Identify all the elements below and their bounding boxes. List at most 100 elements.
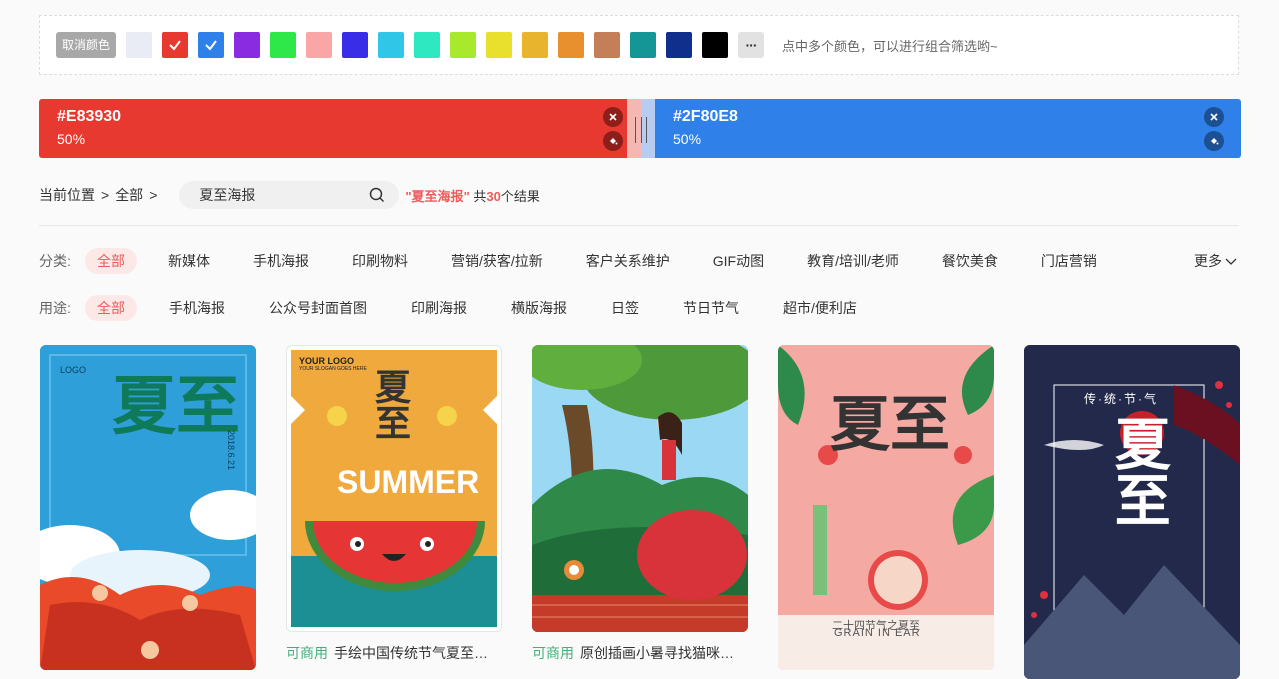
poster-image[interactable]: 夏至 LOGO 2018.6.21 <box>40 345 256 670</box>
color-swatch[interactable] <box>630 32 656 58</box>
poster-header: 传·统·节·气 <box>1084 392 1158 406</box>
poster-image[interactable]: YOUR LOGO YOUR SLOGAN GOES HERE 夏至 SUMME… <box>286 345 502 632</box>
breadcrumb-prefix: 当前位置 <box>39 187 95 203</box>
poster-title: 夏至 <box>1105 415 1172 527</box>
selected-color-hex: #E83930 <box>57 108 122 125</box>
category-chip[interactable]: 全部 <box>85 248 137 274</box>
search-icon[interactable] <box>369 187 385 203</box>
result-pre: 共 <box>469 188 487 204</box>
poster-slogan: YOUR SLOGAN GOES HERE <box>299 366 367 372</box>
poster-logo: LOGO <box>60 365 87 375</box>
color-swatch[interactable] <box>450 32 476 58</box>
color-swatch[interactable] <box>594 32 620 58</box>
cancel-color-button[interactable]: 取消颜色 <box>56 32 116 58</box>
remove-color-icon[interactable] <box>1204 107 1224 127</box>
poster-logo: YOUR LOGO <box>299 356 355 366</box>
commercial-tag: 可商用 <box>286 645 328 661</box>
color-swatch[interactable] <box>414 32 440 58</box>
usage-chip[interactable]: 公众号封面首图 <box>257 295 379 321</box>
category-chip[interactable]: 门店营销 <box>1029 248 1109 274</box>
more-colors-label: ··· <box>745 37 758 53</box>
color-swatch[interactable] <box>378 32 404 58</box>
card-title: 手绘中国传统节气夏至… <box>334 645 488 661</box>
usage-filter-row: 用途: 全部 手机海报 公众号封面首图 印刷海报 横版海报 日签 节日节气 超市/便利店 <box>39 294 889 322</box>
more-colors-button[interactable]: ··· <box>738 32 764 58</box>
breadcrumb-separator: > <box>149 187 158 203</box>
usage-chip[interactable]: 印刷海报 <box>399 295 479 321</box>
color-swatch[interactable] <box>666 32 692 58</box>
paint-bucket-icon[interactable] <box>603 131 623 151</box>
breadcrumb-separator: > <box>101 187 110 203</box>
color-swatch[interactable] <box>342 32 368 58</box>
check-icon <box>205 40 217 51</box>
color-swatch[interactable] <box>702 32 728 58</box>
category-chip[interactable]: 客户关系维护 <box>574 248 682 274</box>
category-chip[interactable]: 印刷物料 <box>340 248 420 274</box>
chevron-down-icon <box>1225 258 1237 265</box>
usage-chip[interactable]: 手机海报 <box>157 295 237 321</box>
result-post: 个结果 <box>500 188 540 204</box>
card-title: 原创插画小暑寻找猫咪… <box>580 645 734 661</box>
color-swatch[interactable] <box>522 32 548 58</box>
divider <box>39 225 1239 226</box>
search-box <box>179 181 400 209</box>
selected-color-percent: 50% <box>57 131 86 147</box>
drag-handle-icon[interactable] <box>635 117 647 143</box>
category-chip[interactable]: 餐饮美食 <box>930 248 1010 274</box>
result-summary: "夏至海报" 共30个结果 <box>405 186 539 205</box>
usage-chip[interactable]: 日签 <box>599 295 651 321</box>
category-chip[interactable]: 手机海报 <box>241 248 321 274</box>
usage-chip[interactable]: 全部 <box>85 295 137 321</box>
search-input[interactable] <box>199 187 360 203</box>
breadcrumb-item-all[interactable]: 全部 <box>115 185 143 205</box>
more-categories-label: 更多 <box>1194 253 1222 269</box>
poster-image[interactable] <box>532 345 748 632</box>
category-chip[interactable]: GIF动图 <box>701 248 776 274</box>
selected-color-hex: #2F80E8 <box>673 108 738 125</box>
poster-summer: SUMMER <box>337 464 480 500</box>
color-hint: 点中多个颜色，可以进行组合筛选哟~ <box>782 38 998 54</box>
category-chip[interactable]: 营销/获客/拉新 <box>439 248 555 274</box>
result-keyword: 夏至海报 <box>411 188 464 204</box>
poster-title: 夏至 <box>369 368 411 440</box>
ratio-divider[interactable] <box>627 99 655 158</box>
result-count: 30 <box>486 188 501 204</box>
remove-color-icon[interactable] <box>603 107 623 127</box>
usage-chip[interactable]: 横版海报 <box>499 295 579 321</box>
poster-date: 2018.6.21 <box>226 430 236 471</box>
color-swatch[interactable] <box>270 32 296 58</box>
paint-bucket-icon[interactable] <box>1204 131 1224 151</box>
selected-color-blue[interactable]: #2F80E8 50% <box>655 99 1241 158</box>
selected-color-percent: 50% <box>673 131 702 147</box>
color-swatch[interactable] <box>558 32 584 58</box>
color-swatch[interactable] <box>198 32 224 58</box>
usage-label: 用途: <box>39 300 71 316</box>
color-swatch[interactable] <box>162 32 188 58</box>
color-swatch[interactable] <box>234 32 260 58</box>
template-card[interactable]: 传·统·节·气 夏至 <box>1024 345 1240 679</box>
category-filter-row: 分类: 全部 新媒体 手机海报 印刷物料 营销/获客/拉新 客户关系维护 GIF动图 教育/培… <box>39 247 1128 275</box>
color-swatch[interactable] <box>306 32 332 58</box>
card-caption[interactable]: 可商用 原创插画小暑寻找猫咪… <box>532 643 748 663</box>
breadcrumb: 当前位置 > 全部 > "夏至海报" 共30个结果 <box>39 180 540 210</box>
poster-image[interactable]: 夏至 二十四节气之夏至 GRAIN IN EAR <box>778 345 994 670</box>
more-categories-button[interactable]: 更多 <box>1194 247 1238 275</box>
template-card[interactable]: 夏至 二十四节气之夏至 GRAIN IN EAR <box>778 345 994 670</box>
selected-color-red[interactable]: #E83930 50% <box>39 99 627 158</box>
template-card[interactable]: 可商用 原创插画小暑寻找猫咪… <box>532 345 748 663</box>
color-swatch[interactable] <box>486 32 512 58</box>
color-filter-bar: 取消颜色 ··· 点中多个颜色，可以进行组合筛选哟~ <box>39 15 1239 75</box>
color-swatch[interactable] <box>126 32 152 58</box>
color-swatch-list <box>126 32 738 58</box>
card-caption[interactable]: 可商用 手绘中国传统节气夏至… <box>286 643 502 663</box>
commercial-tag: 可商用 <box>532 645 574 661</box>
poster-watermark: GRAIN IN EAR <box>834 627 921 639</box>
category-chip[interactable]: 新媒体 <box>156 248 222 274</box>
category-label: 分类: <box>39 253 71 269</box>
template-card[interactable]: YOUR LOGO YOUR SLOGAN GOES HERE 夏至 SUMME… <box>286 345 502 663</box>
poster-image[interactable]: 传·统·节·气 夏至 <box>1024 345 1240 679</box>
usage-chip[interactable]: 节日节气 <box>671 295 751 321</box>
usage-chip[interactable]: 超市/便利店 <box>771 295 869 321</box>
template-card[interactable]: 夏至 LOGO 2018.6.21 <box>40 345 256 670</box>
category-chip[interactable]: 教育/培训/老师 <box>795 248 911 274</box>
